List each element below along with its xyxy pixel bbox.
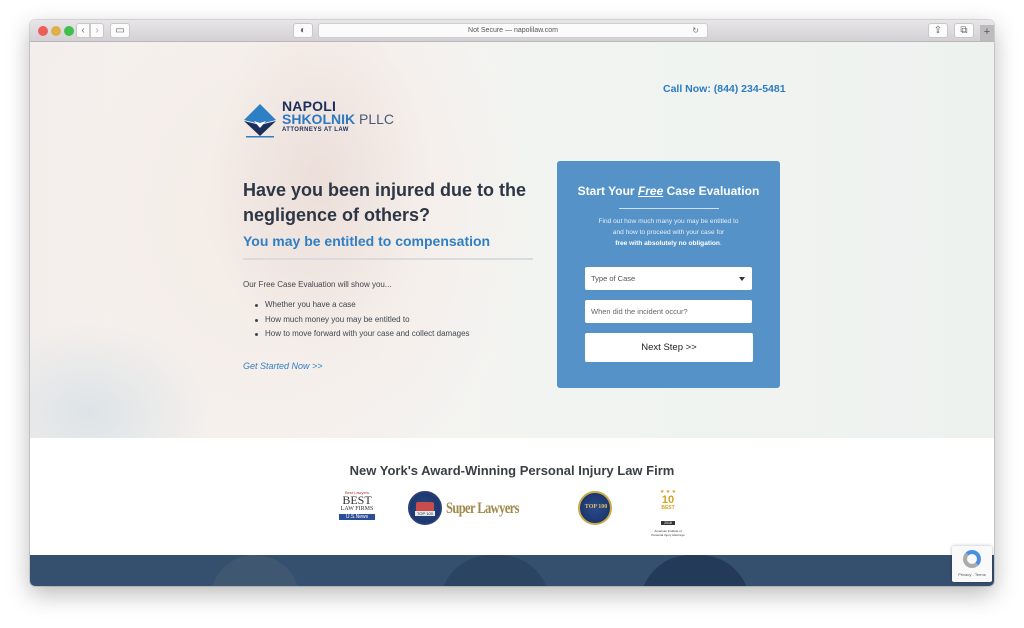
badge-org-text: American Institute of Personal Injury At… [651, 529, 685, 537]
badge-ribbon-text: U.S.News [339, 514, 375, 520]
browser-window: ‹ › ▭ ◐ Not Secure — napolilaw.com ↻ ⇪ ⧉… [30, 20, 994, 586]
logo-shkolnik-text: SHKOLNIK [282, 111, 356, 127]
badge-number: 10 [661, 494, 675, 506]
call-now-link[interactable]: Call Now: (844) 234-5481 [663, 83, 786, 95]
privacy-report-icon[interactable]: ◐ [293, 23, 313, 38]
badge-year: 2018 [661, 521, 675, 525]
super-lawyers-badge: Super Lawyers [446, 498, 519, 517]
case-type-value: Type of Case [591, 274, 636, 283]
form-description: Find out how much many you may be entitl… [557, 216, 780, 249]
intro-text: Our Free Case Evaluation will show you..… [243, 280, 392, 289]
get-started-link[interactable]: Get Started Now >> [243, 361, 323, 371]
awards-title: New York's Award-Winning Personal Injury… [349, 463, 675, 478]
diamond-logo-icon [244, 104, 276, 138]
team-photo-person [210, 555, 300, 586]
list-item: How much money you may be entitled to [255, 313, 470, 328]
seal-label: TOP 100 [415, 511, 435, 516]
form-title-free: Free [637, 184, 664, 198]
form-desc-end: . [719, 240, 722, 247]
ten-best-badge: ★ ★ ★ 10 BEST 2018 American Institute of… [648, 490, 688, 538]
case-type-select[interactable]: Type of Case [585, 267, 752, 290]
recaptcha-badge[interactable]: Privacy - Terms [952, 546, 992, 582]
form-desc-bold: free with absolutely no obligation [615, 240, 720, 247]
sidebar-toggle-icon[interactable]: ▭ [110, 23, 130, 38]
badge-sub-text: LAW FIRMS [340, 506, 374, 512]
back-button[interactable]: ‹ [76, 23, 90, 38]
form-title-start: Start Your [577, 184, 638, 198]
chevron-down-icon [739, 277, 745, 281]
top-100-seal-badge: TOP 100 [408, 491, 442, 525]
firm-logo[interactable]: NAPOLI SHKOLNIK PLLC ATTORNEYS AT LAW [242, 98, 402, 138]
logo-line-shkolnik: SHKOLNIK PLLC [282, 111, 394, 127]
form-title: Start Your Free Case Evaluation [557, 184, 780, 198]
divider [243, 258, 533, 260]
badge-main-text: BEST [342, 493, 372, 507]
recaptcha-links[interactable]: Privacy - Terms [952, 572, 992, 577]
browser-toolbar: ‹ › ▭ ◐ Not Secure — napolilaw.com ↻ ⇪ ⧉… [30, 20, 994, 42]
best-law-firms-badge: Best Lawyers BEST LAW FIRMS U.S.News [337, 490, 377, 526]
page-headline: Have you been injured due to the neglige… [243, 180, 527, 225]
national-trial-lawyers-badge: TOP 100 [578, 491, 612, 525]
share-icon[interactable]: ⇪ [928, 23, 948, 38]
incident-date-input[interactable] [585, 300, 752, 323]
logo-tagline: ATTORNEYS AT LAW [282, 127, 349, 133]
logo-pllc-text: PLLC [355, 111, 395, 127]
forward-button[interactable]: › [90, 23, 104, 38]
form-title-end: Case Evaluation [663, 184, 760, 198]
close-window-button[interactable] [38, 26, 48, 36]
next-step-button[interactable]: Next Step >> [585, 333, 753, 362]
benefits-list: Whether you have a case How much money y… [255, 298, 470, 342]
page-subheadline: You may be entitled to compensation [243, 233, 491, 249]
tab-overview-icon[interactable]: ⧉ [954, 23, 974, 38]
case-evaluation-form: Start Your Free Case Evaluation Find out… [557, 161, 780, 388]
minimize-window-button[interactable] [51, 26, 61, 36]
address-text: Not Secure — napolilaw.com [468, 27, 558, 34]
team-photo-person [440, 555, 550, 586]
maximize-window-button[interactable] [64, 26, 74, 36]
address-bar[interactable]: Not Secure — napolilaw.com ↻ [318, 23, 708, 38]
reload-icon[interactable]: ↻ [692, 24, 699, 37]
awards-section: New York's Award-Winning Personal Injury… [30, 438, 994, 555]
list-item: Whether you have a case [255, 298, 470, 313]
new-tab-button[interactable]: + [980, 25, 994, 41]
hero-background-shade [30, 292, 230, 438]
hero-section: NAPOLI SHKOLNIK PLLC ATTORNEYS AT LAW Ca… [30, 42, 994, 438]
recaptcha-icon [963, 550, 981, 568]
seal-label: TOP 100 [584, 504, 608, 510]
list-item: How to move forward with your case and c… [255, 327, 470, 342]
form-divider [619, 208, 719, 209]
form-desc-line-2: and how to proceed with your case for [612, 229, 725, 236]
team-photo-band [30, 555, 994, 586]
form-desc-line-1: Find out how much many you may be entitl… [598, 218, 739, 225]
team-photo-person [640, 555, 750, 586]
